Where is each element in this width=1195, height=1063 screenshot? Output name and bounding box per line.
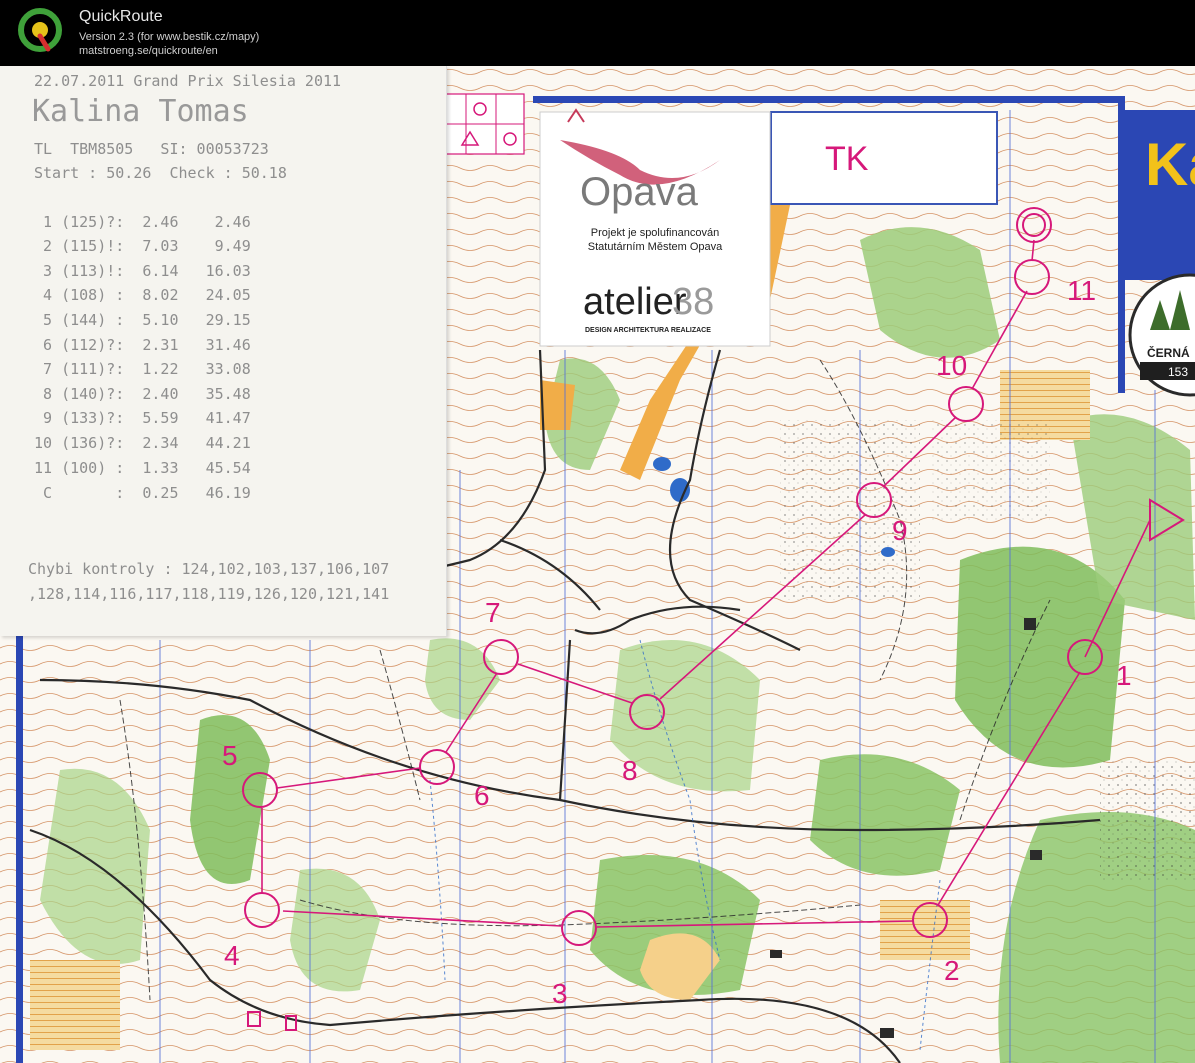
control-label-7: 7 [485,597,501,628]
missing-controls-line-1: Chybi kontroly : 124,102,103,137,106,107 [28,560,390,578]
split-row: 9 (133)?: 5.59 41.47 [34,409,251,427]
receipt-header: 22.07.2011 Grand Prix Silesia 2011 [34,72,342,90]
split-row: 11 (100) : 1.33 45.54 [34,459,251,477]
app-version: Version 2.3 (for www.bestik.cz/mapy) [79,31,260,43]
control-label-5: 5 [222,740,238,771]
badge-number: 153 [1168,365,1188,379]
sponsor-text-1: Projekt je spolufinancován [591,227,719,239]
split-row: C : 0.25 46.19 [34,484,251,502]
app-url[interactable]: matstroeng.se/quickroute/en [79,45,218,57]
runner-club-si: TL TBM8505 SI: 00053723 [34,140,269,158]
map-border-left [16,636,23,1063]
tk-label: TK [825,140,869,178]
control-label-8: 8 [622,755,638,786]
control-label-1: 1 [1116,660,1132,691]
split-row: 10 (136)?: 2.34 44.21 [34,434,251,452]
title-bar: QuickRoute Version 2.3 (for www.bestik.c… [0,0,1195,66]
missing-controls-line-2: ,128,114,116,117,118,119,126,120,121,141 [28,585,390,603]
results-receipt: 22.07.2011 Grand Prix Silesia 2011 Kalin… [0,66,447,636]
control-label-2: 2 [944,955,960,986]
control-label-10: 10 [936,350,967,381]
badge-text: ČERNÁ [1147,345,1190,360]
app-title: QuickRoute [79,8,163,25]
quickroute-logo-icon [18,8,62,52]
split-row: 3 (113)!: 6.14 16.03 [34,262,251,280]
sponsor-box: Opava Projekt je spolufinancován Statutá… [539,108,771,347]
split-row: 7 (111)?: 1.22 33.08 [34,360,251,378]
symbol-legend [445,93,525,155]
sponsor-brand-sub: DESIGN ARCHITEKTURA REALIZACE [585,327,711,334]
sponsor-brand-number: 38 [672,281,714,323]
split-row: 6 (112)?: 2.31 31.46 [34,336,251,354]
control-label-11: 11 [1067,275,1096,306]
sponsor-city: Opava [580,170,699,214]
tk-box: TK [770,111,998,205]
start-check-times: Start : 50.26 Check : 50.18 [34,164,287,182]
split-row: 5 (144) : 5.10 29.15 [34,311,251,329]
split-row: 8 (140)?: 2.40 35.48 [34,385,251,403]
sponsor-text-2: Statutárním Městem Opava [588,241,723,253]
split-row: 4 (108) : 8.02 24.05 [34,286,251,304]
control-label-9: 9 [892,515,908,546]
runner-name: Kalina Tomas [32,94,249,129]
control-label-4: 4 [224,940,240,971]
split-row: 1 (125)?: 2.46 2.46 [34,213,251,231]
split-row: 2 (115)!: 7.03 9.49 [34,237,251,255]
control-label-3: 3 [552,978,568,1009]
map-corner-title: Ka [1145,131,1195,198]
control-label-6: 6 [474,780,490,811]
